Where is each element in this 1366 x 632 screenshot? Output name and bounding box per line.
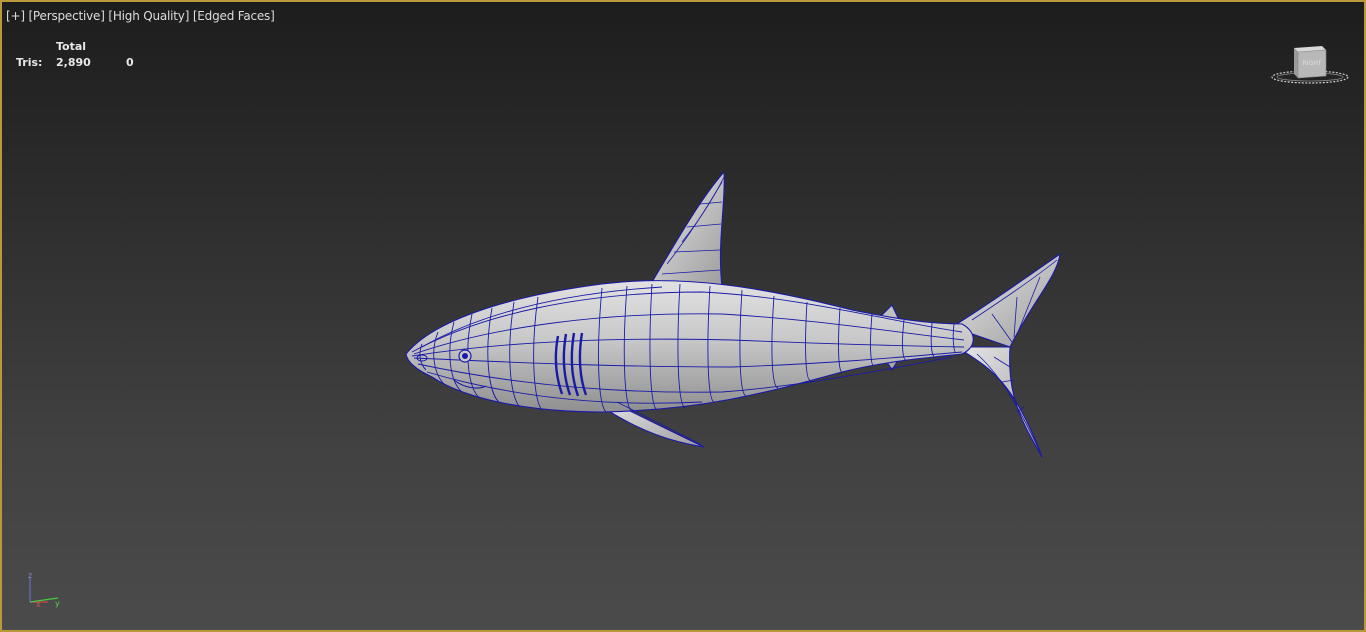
axis-tripod-icon: z x y xyxy=(28,572,60,609)
perspective-viewport[interactable]: [+] [Perspective] [High Quality] [Edged … xyxy=(0,0,1366,632)
axis-x-label: x xyxy=(36,600,41,609)
axis-y-label: y xyxy=(55,599,60,608)
shark-mesh-model[interactable] xyxy=(2,2,1364,630)
axis-z-label: z xyxy=(28,572,32,580)
